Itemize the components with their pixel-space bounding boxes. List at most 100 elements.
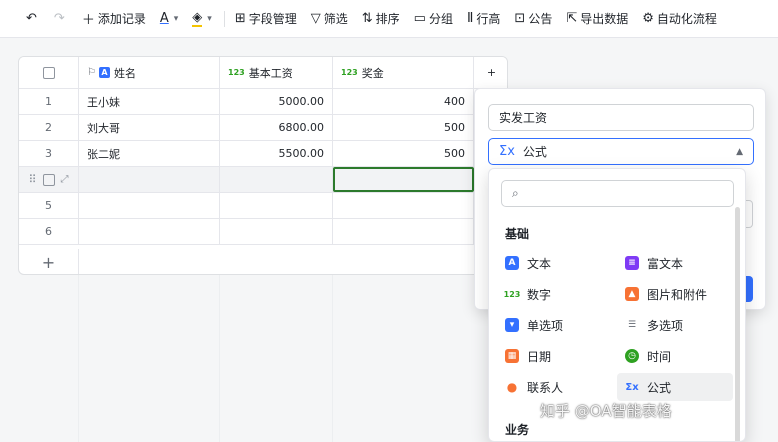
group-label: 分组: [428, 12, 453, 26]
row-number: 5: [19, 193, 79, 218]
add-column-button[interactable]: +: [474, 57, 507, 88]
export-button[interactable]: ⇱ 导出数据: [562, 6, 632, 32]
type-option-number[interactable]: 123 数字: [497, 280, 615, 308]
expand-icon[interactable]: ⤢: [61, 174, 69, 185]
type-option-formula[interactable]: Σx 公式: [617, 373, 733, 401]
name-cell[interactable]: [79, 167, 220, 192]
primary-flag-icon: ⚐: [87, 67, 96, 78]
column-header-bonus[interactable]: 123 奖金: [333, 57, 474, 88]
number-icon: 123: [341, 68, 358, 77]
type-option-text[interactable]: A 文本: [497, 249, 615, 277]
bonus-cell-selected[interactable]: [333, 167, 474, 192]
row-number: 2: [19, 115, 79, 140]
row-checkbox[interactable]: [42, 173, 55, 186]
add-row-button[interactable]: +: [19, 249, 79, 274]
salary-cell[interactable]: 5000.00: [220, 89, 333, 114]
column-header-salary[interactable]: 123 基本工资: [220, 57, 333, 88]
number-icon: 123: [228, 68, 245, 77]
field-manage-label: 字段管理: [248, 12, 297, 26]
name-cell[interactable]: [79, 219, 220, 244]
salary-cell[interactable]: [220, 193, 333, 218]
type-option-attachment[interactable]: ▲ 图片和附件: [617, 280, 735, 308]
bonus-cell[interactable]: 400: [333, 89, 474, 114]
bonus-cell[interactable]: 500: [333, 115, 474, 140]
chevron-up-icon: ▲: [736, 146, 743, 157]
rich-text-icon: ≡: [625, 256, 639, 270]
filter-button[interactable]: ▽ 筛选: [307, 6, 352, 32]
option-label: 文本: [527, 256, 552, 271]
group-button[interactable]: ▭ 分组: [410, 6, 457, 32]
fill-color-button[interactable]: ◈ ▾: [188, 6, 216, 32]
field-manage-button[interactable]: ⊞ 字段管理: [231, 6, 301, 32]
type-search-input[interactable]: ⌕: [501, 180, 734, 207]
bonus-cell[interactable]: [333, 219, 474, 244]
notice-label: 公告: [528, 12, 553, 26]
salary-cell[interactable]: [220, 219, 333, 244]
notice-icon: ⊡: [514, 11, 526, 26]
chevron-down-icon: ▾: [173, 13, 179, 24]
name-cell[interactable]: 张二妮: [79, 141, 220, 166]
text-color-button[interactable]: A ▾: [156, 6, 182, 32]
folder-icon: ▭: [413, 11, 426, 26]
toolbar: ↶ ↷ ＋添加记录 A ▾ ◈ ▾ ⊞ 字段管理 ▽ 筛选 ⇅ 排序 ▭ 分组 Ⅱ 行高 ⊡ 公…: [0, 0, 778, 38]
salary-cell[interactable]: 6800.00: [220, 115, 333, 140]
bonus-cell[interactable]: [333, 193, 474, 218]
section-title: 业务: [505, 423, 530, 437]
name-cell[interactable]: 刘大哥: [79, 115, 220, 140]
export-icon: ⇱: [566, 11, 578, 26]
type-option-date[interactable]: ▦ 日期: [497, 342, 615, 370]
table-row[interactable]: 6: [19, 219, 507, 245]
divider: [219, 275, 220, 442]
plus-icon: +: [486, 66, 497, 79]
select-all-checkbox[interactable]: [42, 66, 55, 79]
add-record-button[interactable]: ＋添加记录: [78, 6, 150, 32]
field-name-input[interactable]: 实发工资: [488, 104, 754, 131]
row-height-button[interactable]: Ⅱ 行高: [463, 6, 504, 32]
section-title: 基础: [505, 227, 530, 241]
sort-button[interactable]: ⇅ 排序: [358, 6, 404, 32]
name-cell[interactable]: 王小妹: [79, 89, 220, 114]
field-type-select[interactable]: Σx 公式 ▲: [488, 138, 754, 165]
bonus-cell[interactable]: 500: [333, 141, 474, 166]
table-row[interactable]: 5: [19, 193, 507, 219]
redo-icon: ↷: [53, 11, 65, 26]
type-option-time[interactable]: ◷ 时间: [617, 342, 735, 370]
salary-cell[interactable]: 5500.00: [220, 141, 333, 166]
option-label: 单选项: [527, 318, 564, 333]
notice-button[interactable]: ⊡ 公告: [510, 6, 556, 32]
undo-button[interactable]: ↶: [22, 6, 44, 32]
table-row[interactable]: ⠿ ⤢: [19, 167, 507, 193]
option-label: 公式: [647, 380, 672, 395]
name-cell[interactable]: [79, 193, 220, 218]
row-controls: ⠿ ⤢: [19, 167, 79, 192]
date-icon: ▦: [505, 349, 519, 363]
drag-handle-icon[interactable]: ⠿: [28, 173, 36, 186]
type-option-multi-select[interactable]: ☰ 多选项: [617, 311, 735, 339]
option-label: 日期: [527, 349, 552, 364]
redo-button[interactable]: ↷: [50, 6, 72, 32]
table-row[interactable]: 1 王小妹 5000.00 400: [19, 89, 507, 115]
formula-icon: Σx: [625, 381, 639, 393]
row-number: 6: [19, 219, 79, 244]
divider: [78, 275, 79, 442]
row-height-label: 行高: [476, 12, 501, 26]
single-select-icon: ▾: [505, 318, 519, 332]
type-option-single-select[interactable]: ▾ 单选项: [497, 311, 615, 339]
column-label: 基本工资: [248, 66, 293, 80]
select-all-cell[interactable]: [19, 57, 79, 88]
type-option-rich-text[interactable]: ≡ 富文本: [617, 249, 735, 277]
grid-icon: ⊞: [234, 11, 246, 26]
salary-cell[interactable]: [220, 167, 333, 192]
column-header-name[interactable]: ⚐ A 姓名: [79, 57, 220, 88]
time-icon: ◷: [625, 349, 639, 363]
type-option-contact[interactable]: ● 联系人: [497, 373, 615, 401]
dropdown-scrollbar[interactable]: [735, 207, 740, 441]
table-row[interactable]: 3 张二妮 5500.00 500: [19, 141, 507, 167]
robot-icon: ⚙: [642, 11, 654, 26]
row-number: 3: [19, 141, 79, 166]
contact-icon: ●: [506, 380, 518, 394]
font-color-icon: A: [159, 11, 169, 26]
table-row[interactable]: 2 刘大哥 6800.00 500: [19, 115, 507, 141]
row-number: 1: [19, 89, 79, 114]
automation-button[interactable]: ⚙ 自动化流程: [638, 6, 721, 32]
